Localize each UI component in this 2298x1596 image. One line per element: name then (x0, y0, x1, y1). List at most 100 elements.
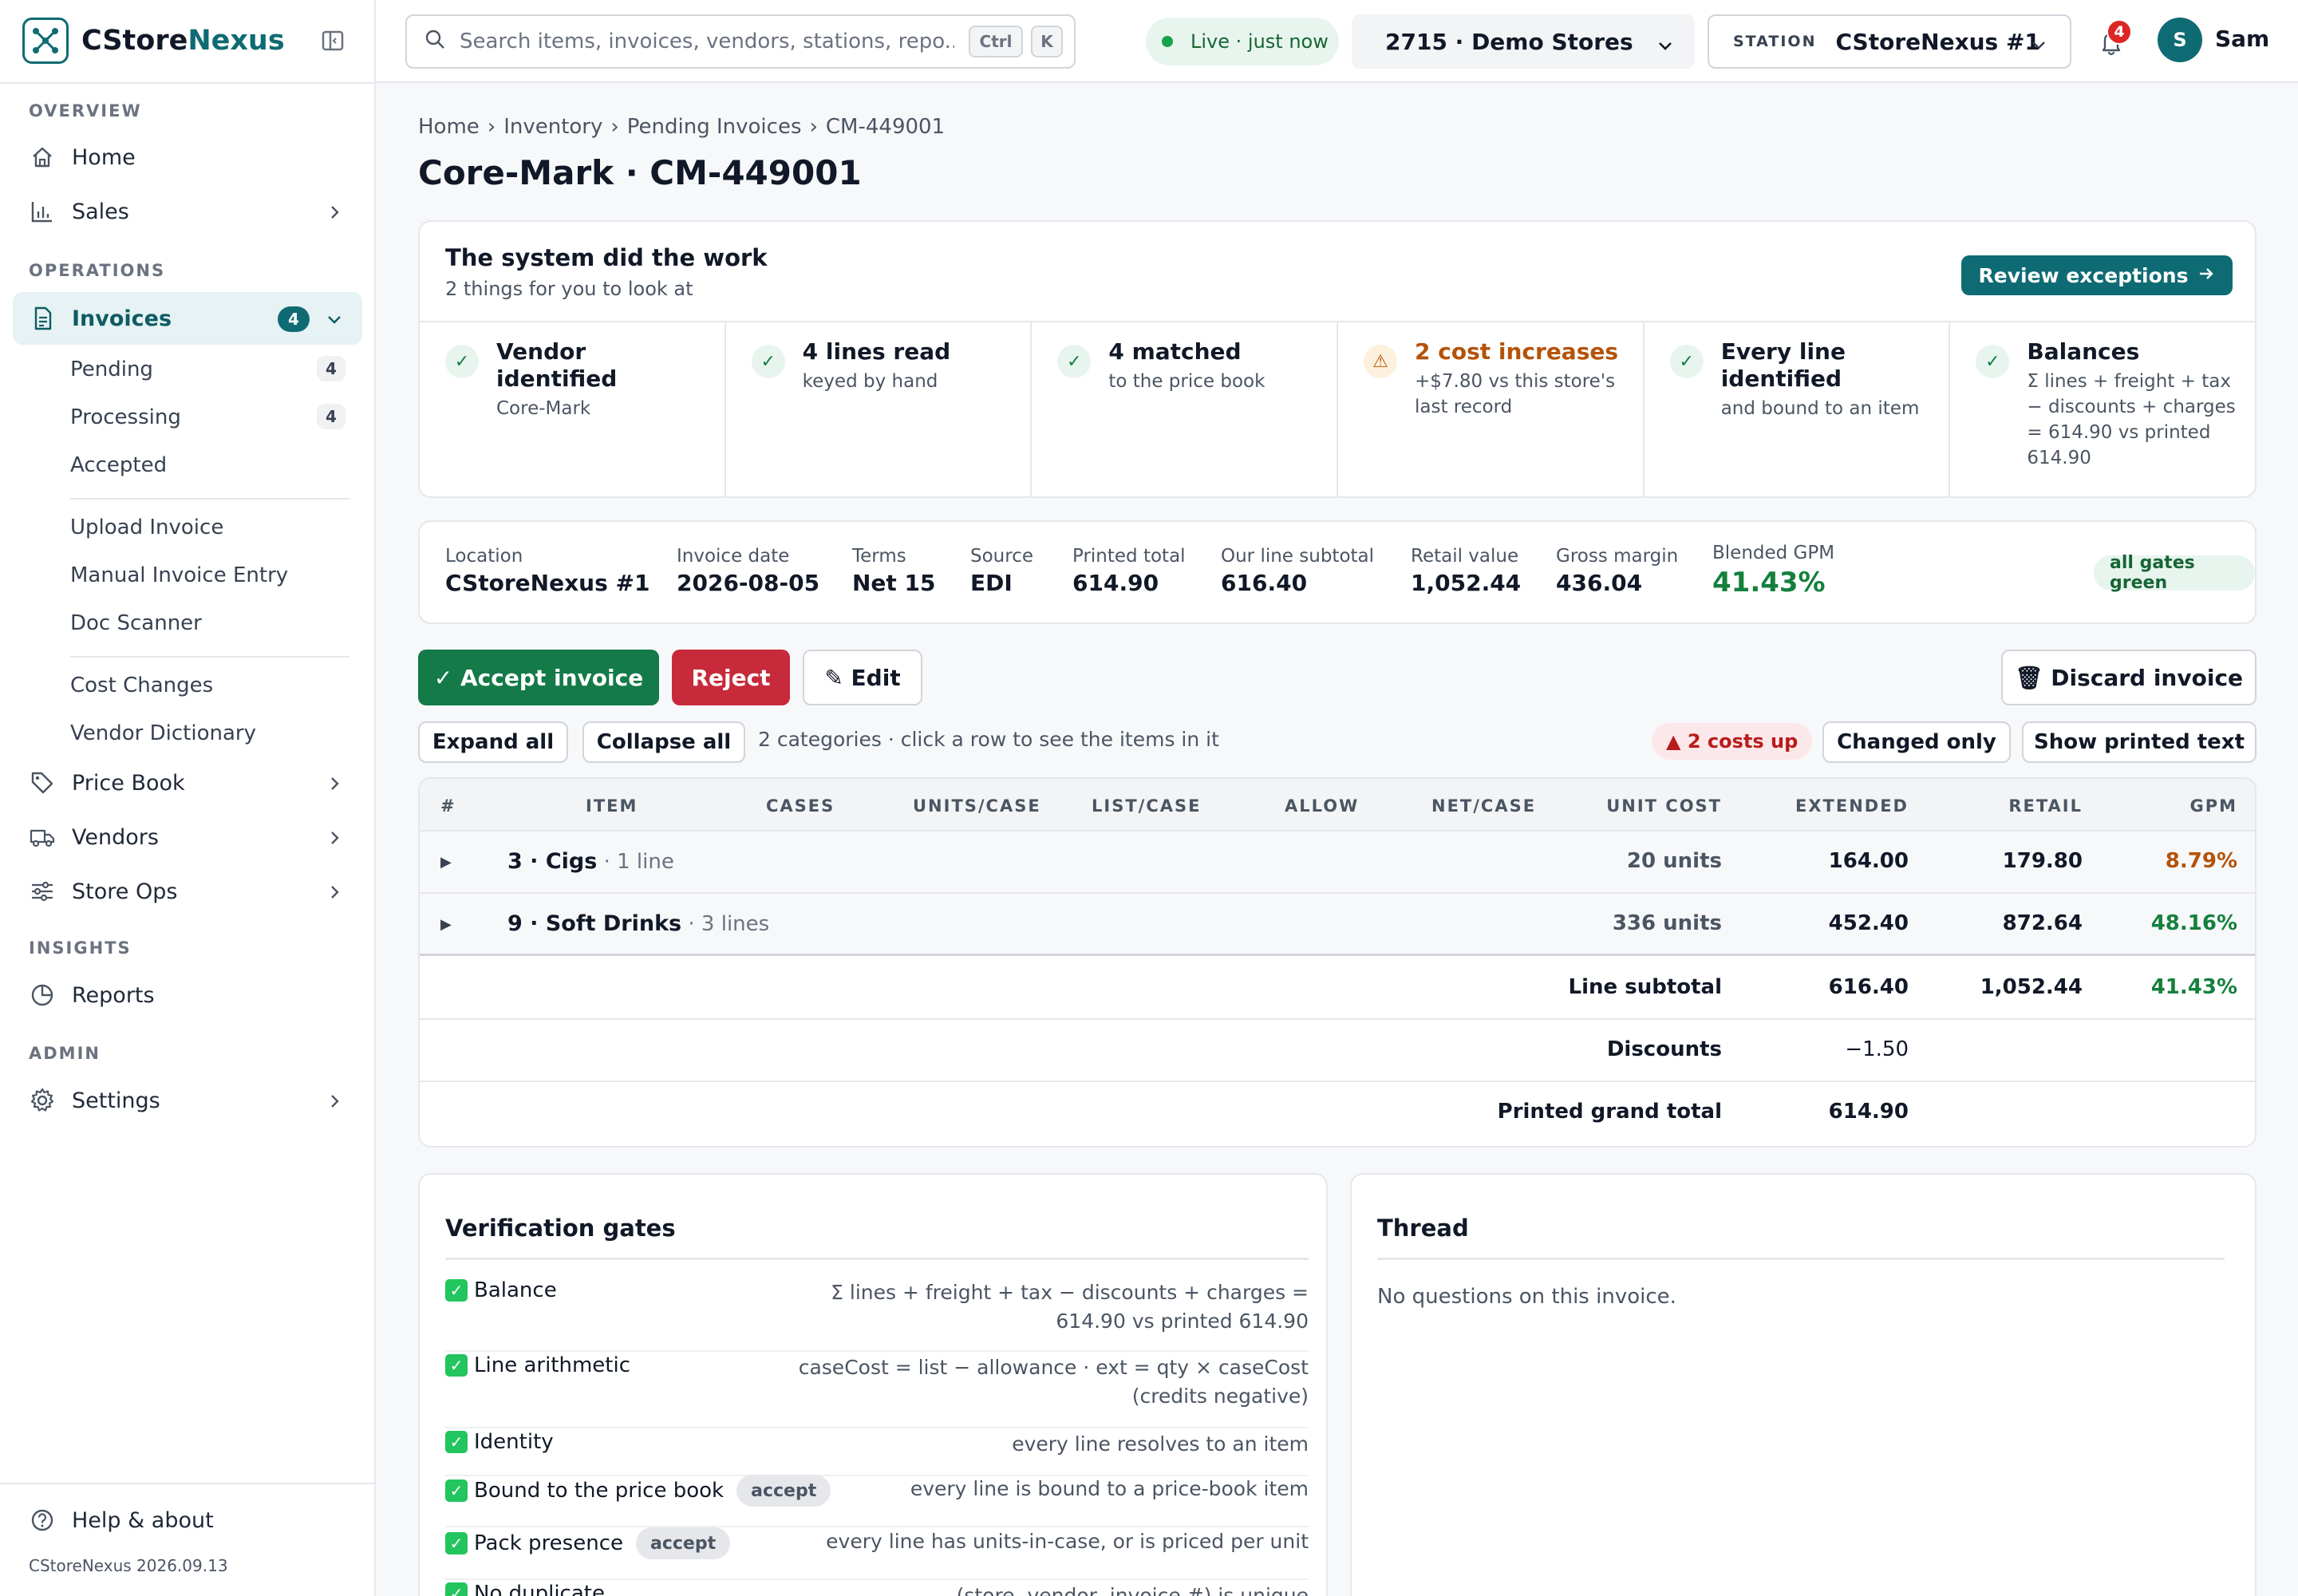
thread-card: Thread No questions on this invoice. (1350, 1173, 2257, 1596)
check-icon: ✓ (445, 1532, 468, 1555)
sidebar-sub-pending[interactable]: Pending (70, 358, 153, 381)
expand-all-button[interactable]: Expand all (418, 721, 568, 763)
search-input[interactable] (460, 30, 954, 53)
meta-invoice-date: Invoice date 2026-08-05 (677, 546, 820, 596)
live-status-badge: Live · just now (1146, 18, 1339, 65)
breadcrumb-home[interactable]: Home (418, 115, 480, 139)
table-row[interactable]: ▶ 9 · Soft Drinks · 3 lines 336 units 45… (420, 894, 2255, 956)
check-icon: ✓ (1669, 345, 1704, 378)
sidebar-item-vendors[interactable]: Vendors (13, 811, 362, 863)
section-overview: OVERVIEW (29, 101, 142, 120)
sidebar-sub-processing[interactable]: Processing (70, 405, 181, 429)
check-icon: ✓ (1057, 345, 1092, 378)
chevron-right-icon (326, 828, 343, 852)
tag-icon (29, 769, 56, 796)
bar-chart-icon (29, 198, 56, 225)
subtotal-row: Line subtotal 616.40 1,052.44 41.43% (420, 958, 2255, 1020)
logo-icon (22, 18, 69, 64)
meta-line-subtotal: Our line subtotal 616.40 (1221, 546, 1375, 596)
gate-bound-price-book: ✓ Bound to the price book accept every lin… (445, 1475, 1309, 1527)
sidebar-item-reports[interactable]: Reports (13, 969, 362, 1021)
breadcrumb-inventory[interactable]: Inventory (503, 115, 602, 139)
meta-blended-gpm: Blended GPM 41.43% (1712, 543, 1835, 598)
costs-up-badge[interactable]: ▲ 2 costs up (1652, 723, 1813, 760)
meta-printed-total: Printed total 614.90 (1072, 546, 1186, 596)
sidebar-item-label: Price Book (72, 770, 185, 796)
station-selector[interactable]: STATION CStoreNexus #1 (1708, 14, 2071, 69)
sidebar-item-settings[interactable]: Settings (13, 1074, 362, 1127)
chevron-down-icon (1656, 34, 1674, 60)
sidebar-item-label: Sales (72, 199, 129, 224)
tile-lines-read: ✓ 4 lines read keyed by hand (726, 322, 1033, 498)
show-printed-text-button[interactable]: Show printed text (2022, 721, 2257, 763)
sidebar-sub-vendor-dictionary[interactable]: Vendor Dictionary (70, 721, 256, 745)
table-row[interactable]: ▶ 3 · Cigs · 1 line 20 units 164.00 179.… (420, 832, 2255, 894)
changed-only-button[interactable]: Changed only (1822, 721, 2011, 763)
sidebar-item-sales[interactable]: Sales (13, 185, 362, 238)
discard-invoice-button[interactable]: 🗑 Discard invoice (2001, 650, 2257, 705)
sidebar-item-home[interactable]: Home (13, 131, 362, 184)
document-icon (29, 305, 56, 332)
sidebar-item-price-book[interactable]: Price Book (13, 757, 362, 809)
gate-pack-presence: ✓ Pack presence accept every line has unit… (445, 1527, 1309, 1580)
expand-triangle-icon[interactable]: ▶ (440, 916, 452, 933)
brand[interactable]: CStoreNexus (22, 16, 285, 65)
breadcrumb-current: CM-449001 (825, 115, 946, 139)
sidebar-sub-upload-invoice[interactable]: Upload Invoice (70, 516, 223, 539)
review-exceptions-button[interactable]: Review exceptions (1961, 255, 2233, 295)
global-search[interactable]: Ctrl K (405, 14, 1076, 69)
page-title: Core-Mark · CM-449001 (418, 153, 862, 192)
invoices-count-badge: 4 (278, 306, 310, 332)
col-header-retail: RETAIL (2008, 796, 2083, 816)
collapse-all-button[interactable]: Collapse all (582, 721, 745, 763)
avatar[interactable]: S (2158, 18, 2202, 62)
chevron-right-icon (326, 1092, 343, 1116)
user-name[interactable]: Sam (2215, 26, 2269, 52)
pie-chart-icon (29, 982, 56, 1009)
notification-count-badge: 4 (2106, 19, 2132, 45)
edit-button[interactable]: ✎ Edit (803, 650, 922, 705)
tile-balances: ✓ Balances Σ lines + freight + tax − disco… (1950, 322, 2255, 498)
sidebar-sub-doc-scanner[interactable]: Doc Scanner (70, 611, 202, 635)
divider (1377, 1258, 2225, 1260)
app-version: CStoreNexus 2026.09.13 (29, 1556, 228, 1575)
sidebar-item-store-ops[interactable]: Store Ops (13, 865, 362, 918)
thread-empty-state: No questions on this invoice. (1377, 1285, 1676, 1309)
gate-identity: ✓ Identity every line resolves to an item (445, 1430, 1309, 1476)
col-header-extended: EXTENDED (1795, 796, 1909, 816)
expand-triangle-icon[interactable]: ▶ (440, 854, 452, 871)
sidebar-item-help[interactable]: Help & about (13, 1494, 362, 1547)
gates-status-badge: all gates green (2094, 553, 2255, 593)
sidebar-item-label: Home (72, 144, 136, 170)
sidebar-sub-manual-entry[interactable]: Manual Invoice Entry (70, 563, 288, 587)
tile-cost-increases[interactable]: ⚠ 2 cost increases +$7.80 vs this store's … (1338, 322, 1645, 498)
sidebar-item-invoices[interactable]: Invoices 4 (13, 292, 362, 345)
col-header-cases: CASES (766, 796, 835, 816)
accept-invoice-button[interactable]: ✓ Accept invoice (418, 650, 659, 705)
breadcrumb: Home › Inventory › Pending Invoices › CM… (418, 115, 945, 139)
col-header-net-case: NET/CASE (1431, 796, 1537, 816)
home-icon (29, 144, 56, 171)
store-selector[interactable]: 2715 · Demo Stores (1352, 14, 1695, 69)
discounts-row: Discounts −1.50 (420, 1020, 2255, 1082)
collapse-sidebar-icon[interactable] (321, 29, 345, 53)
reject-button[interactable]: Reject (672, 650, 790, 705)
breadcrumb-pending-invoices[interactable]: Pending Invoices (627, 115, 802, 139)
brand-name: CStoreNexus (81, 25, 285, 57)
check-icon: ✓ (445, 345, 479, 378)
help-icon (29, 1507, 56, 1534)
sidebar-sub-cost-changes[interactable]: Cost Changes (70, 674, 213, 697)
chevron-right-icon (326, 203, 343, 227)
sidebar-sub-accepted[interactable]: Accepted (70, 453, 167, 477)
chevron-right-icon (326, 774, 343, 798)
chevron-down-icon (2030, 35, 2047, 59)
col-header-list-case: LIST/CASE (1092, 796, 1202, 816)
check-icon: ✓ (445, 1431, 468, 1453)
sidebar-divider (0, 1483, 376, 1484)
processing-count-badge: 4 (317, 404, 345, 429)
tile-matched: ✓ 4 matched to the price book (1032, 322, 1339, 498)
col-header-unit-cost: UNIT COST (1606, 796, 1722, 816)
col-header-units-case: UNITS/CASE (913, 796, 1041, 816)
chevron-right-icon (326, 883, 343, 907)
gear-icon (29, 1087, 56, 1114)
